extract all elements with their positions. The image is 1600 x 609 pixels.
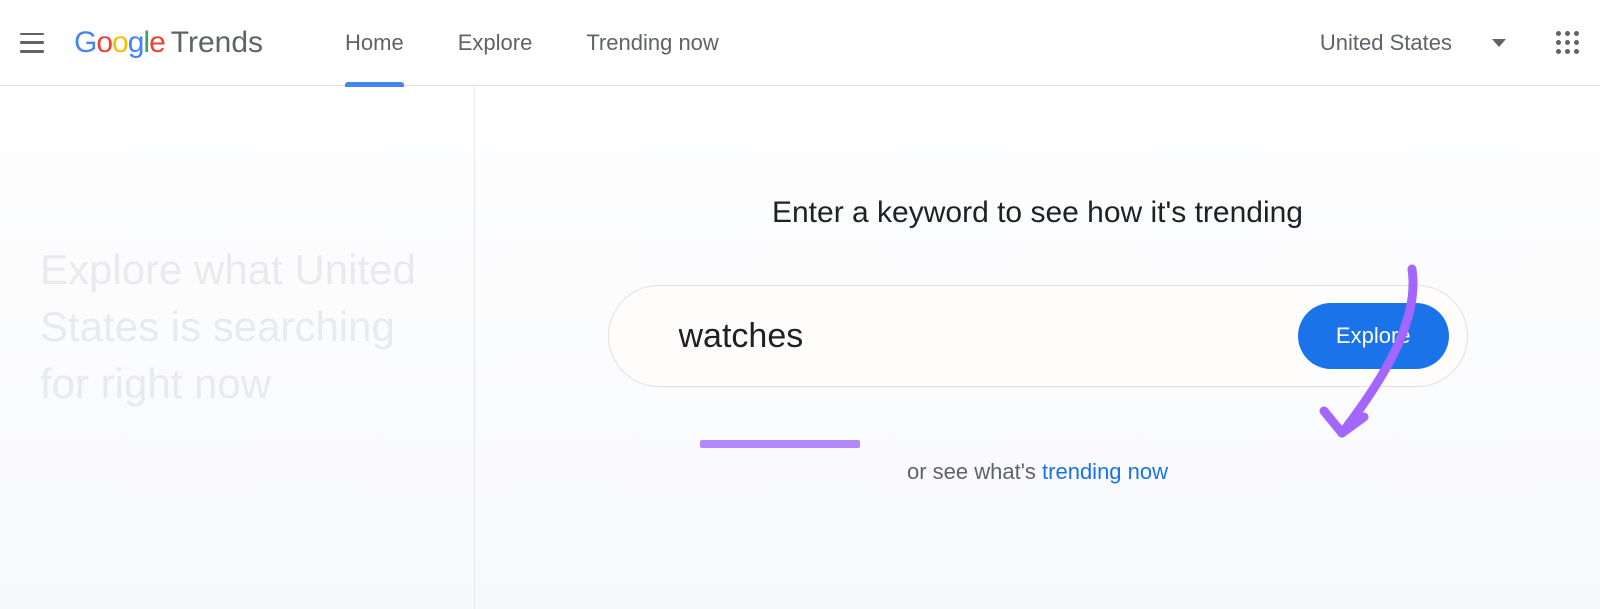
- hamburger-menu-icon[interactable]: [20, 31, 44, 55]
- google-trends-logo[interactable]: Google Trends: [74, 26, 263, 60]
- nav-home[interactable]: Home: [343, 0, 406, 86]
- header: Google Trends Home Explore Trending now …: [0, 0, 1600, 86]
- hero-panel: Explore what United States is searching …: [0, 86, 475, 609]
- google-wordmark: Google: [74, 26, 165, 60]
- trending-now-link[interactable]: trending now: [1042, 459, 1168, 484]
- or-see-trending-line: or see what's trending now: [907, 459, 1168, 485]
- or-line-prefix: or see what's: [907, 459, 1042, 484]
- nav-trending-now[interactable]: Trending now: [584, 0, 720, 86]
- search-container: Explore: [608, 285, 1468, 387]
- search-prompt: Enter a keyword to see how it's trending: [772, 196, 1303, 230]
- annotation-underline: [700, 440, 860, 448]
- google-apps-icon[interactable]: [1556, 31, 1580, 55]
- country-dropdown-label: United States: [1320, 30, 1452, 56]
- country-dropdown[interactable]: United States: [1320, 30, 1506, 56]
- main-content: Explore what United States is searching …: [0, 86, 1600, 609]
- hero-text: Explore what United States is searching …: [40, 242, 434, 412]
- trends-wordmark: Trends: [171, 26, 263, 60]
- primary-nav: Home Explore Trending now: [343, 0, 721, 86]
- keyword-search-input[interactable]: [679, 317, 1298, 356]
- nav-explore[interactable]: Explore: [456, 0, 535, 86]
- explore-button[interactable]: Explore: [1298, 303, 1449, 369]
- search-panel: Enter a keyword to see how it's trending…: [475, 86, 1600, 609]
- chevron-down-icon: [1492, 39, 1506, 47]
